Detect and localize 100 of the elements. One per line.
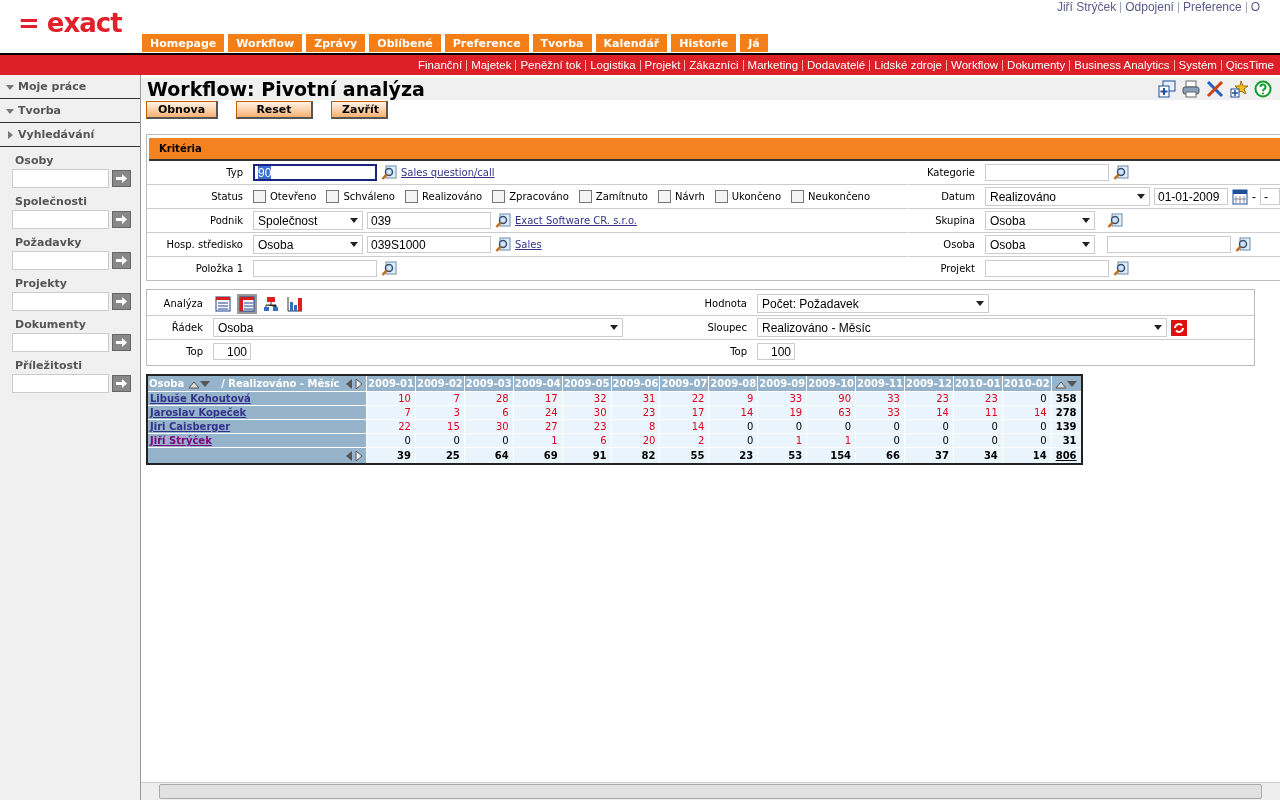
input-field[interactable]: 039S1000	[367, 236, 491, 253]
input-field[interactable]	[1107, 236, 1231, 253]
go-button[interactable]	[112, 252, 131, 269]
search-icon[interactable]	[1107, 212, 1123, 229]
dropdown[interactable]: Počet: Požadavek	[757, 294, 989, 313]
user-link[interactable]: Preference	[1182, 0, 1242, 14]
column-header: 2009-02	[415, 375, 465, 392]
dropdown[interactable]: Osoba	[253, 235, 363, 254]
module-link[interactable]: Projekt	[644, 59, 681, 71]
module-link[interactable]: Marketing	[747, 59, 799, 71]
checkbox[interactable]	[578, 190, 592, 203]
module-link[interactable]: Zákazníci	[689, 59, 739, 71]
company-link[interactable]: Exact Software CR. s.r.o.	[515, 215, 638, 226]
help-icon[interactable]	[1254, 80, 1272, 98]
go-button[interactable]	[112, 293, 131, 310]
module-link[interactable]: Lidské zdroje	[874, 59, 942, 71]
cost-center-link[interactable]: Sales	[515, 239, 542, 250]
favorite-star-icon[interactable]	[1230, 80, 1248, 98]
checkbox[interactable]	[714, 190, 728, 203]
search-icon[interactable]	[495, 212, 511, 229]
new-window-icon[interactable]	[1158, 80, 1176, 98]
module-link[interactable]: Dodavatelé	[807, 59, 866, 71]
action-button[interactable]: Zavřít	[331, 101, 388, 119]
dropdown[interactable]: Společnost	[253, 211, 363, 230]
input-field[interactable]	[985, 260, 1109, 277]
status-checkbox[interactable]: Neukončeno	[791, 190, 871, 203]
search-icon[interactable]	[381, 260, 397, 277]
date-field[interactable]: -	[1260, 188, 1280, 205]
checkbox[interactable]	[791, 190, 805, 203]
action-button[interactable]: Obnova	[146, 101, 218, 119]
dropdown[interactable]: Osoba	[213, 318, 623, 337]
table-view-icon[interactable]	[213, 293, 233, 314]
module-link[interactable]: Logistika	[590, 59, 636, 71]
checkbox[interactable]	[326, 190, 340, 203]
status-checkbox[interactable]: Ukončeno	[714, 190, 782, 203]
module-link[interactable]: Majetek	[471, 59, 512, 71]
go-button[interactable]	[112, 211, 131, 228]
module-link[interactable]: Dokumenty	[1007, 59, 1066, 71]
column-header: 2009-01	[366, 375, 416, 392]
checkbox[interactable]	[492, 190, 506, 203]
status-checkbox[interactable]: Zpracováno	[492, 190, 569, 203]
search-field[interactable]	[12, 169, 109, 188]
input-field[interactable]: 039	[367, 212, 491, 229]
input-field[interactable]: 100	[757, 343, 795, 360]
type-link[interactable]: Sales question/call	[401, 167, 495, 178]
module-link[interactable]: QicsTime	[1225, 59, 1274, 71]
status-checkbox[interactable]: Zamítnuto	[578, 190, 648, 203]
dropdown[interactable]: Osoba	[985, 235, 1095, 254]
input-field[interactable]: 90	[253, 164, 377, 181]
input-field[interactable]	[253, 260, 377, 277]
search-field[interactable]	[12, 374, 109, 393]
action-button[interactable]: Reset	[236, 101, 313, 119]
input-field[interactable]: 100	[213, 343, 251, 360]
checkbox[interactable]	[657, 190, 671, 203]
person-link[interactable]: Libuše Kohoutová	[150, 393, 251, 404]
user-link[interactable]: Odpojení	[1125, 0, 1174, 14]
search-icon[interactable]	[1235, 236, 1251, 253]
status-checkbox[interactable]: Realizováno	[405, 190, 483, 203]
grid-view-icon[interactable]	[237, 293, 257, 314]
search-label: Příležitosti	[14, 358, 84, 374]
dropdown[interactable]: Realizováno	[985, 187, 1150, 206]
status-checkbox[interactable]: Schváleno	[326, 190, 395, 203]
print-icon[interactable]	[1182, 80, 1200, 98]
logo: = exact	[17, 7, 123, 40]
horizontal-scrollbar[interactable]	[141, 782, 1280, 800]
dropdown[interactable]: Realizováno - Měsíc	[757, 318, 1167, 337]
sort-arrows-icon[interactable]	[187, 379, 210, 389]
sort-arrows-icon[interactable]	[1055, 379, 1078, 389]
status-checkbox[interactable]: Otevřeno	[253, 190, 317, 203]
search-icon[interactable]	[1113, 260, 1129, 277]
search-icon[interactable]	[381, 164, 397, 181]
go-button[interactable]	[112, 170, 131, 187]
search-icon[interactable]	[495, 236, 511, 253]
person-link[interactable]: Jaroslav Kopeček	[150, 407, 247, 418]
user-link[interactable]: O	[1250, 0, 1260, 14]
refresh-icon[interactable]	[1171, 319, 1187, 336]
status-checkbox[interactable]: Návrh	[657, 190, 705, 203]
search-field[interactable]	[12, 333, 109, 352]
search-field[interactable]	[12, 251, 109, 270]
input-field[interactable]	[985, 164, 1109, 181]
calendar-icon[interactable]	[1232, 188, 1248, 205]
module-link[interactable]: Workflow	[951, 59, 999, 71]
person-link[interactable]: Jiří Strýček	[150, 435, 212, 446]
field-label: Kategorie	[925, 167, 976, 178]
dropdown[interactable]: Osoba	[985, 211, 1095, 230]
module-link[interactable]: Finanční	[418, 59, 463, 71]
field-label: Podnik	[208, 215, 244, 226]
module-link[interactable]: Systém	[1178, 59, 1217, 71]
person-link[interactable]: Jiri Caisberger	[150, 421, 231, 432]
go-button[interactable]	[112, 375, 131, 392]
go-button[interactable]	[112, 334, 131, 351]
search-icon[interactable]	[1113, 164, 1129, 181]
user-link[interactable]: Jiří Strýček	[1056, 0, 1117, 14]
module-link[interactable]: Business Analytics	[1074, 59, 1170, 71]
checkbox[interactable]	[405, 190, 418, 203]
date-field[interactable]: 01-01-2009	[1154, 188, 1228, 205]
checkbox[interactable]	[253, 190, 266, 203]
module-link[interactable]: Peněžní tok	[520, 59, 582, 71]
search-field[interactable]	[12, 292, 109, 311]
search-field[interactable]	[12, 210, 109, 229]
